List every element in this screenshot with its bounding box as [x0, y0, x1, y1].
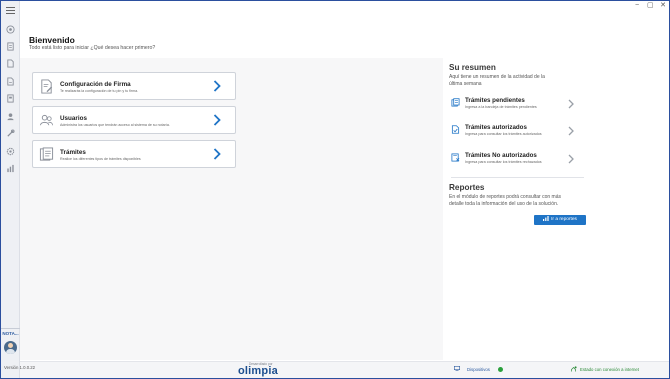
rejected-doc-icon: [451, 153, 460, 162]
card-title: Trámites: [60, 149, 86, 156]
chevron-right-icon[interactable]: [213, 80, 221, 92]
reports-title: Reportes: [449, 183, 485, 192]
close-icon[interactable]: ✕: [660, 2, 666, 10]
status-dot-icon: [498, 367, 503, 372]
signature-doc-icon: [39, 79, 54, 94]
summary-item-desc: Ingresa para consultar los trámites rech…: [465, 160, 542, 164]
window-controls: − ▢ ✕: [634, 2, 666, 10]
summary-item-desc: Ingresa a la bandeja de trámites pendien…: [465, 105, 537, 109]
chart-icon: [543, 216, 549, 222]
card-title: Usuarios: [60, 115, 87, 122]
content-area: [20, 58, 443, 360]
summary-divider: [451, 177, 584, 178]
summary-item-title: Trámites autorizados: [465, 124, 527, 131]
procedures-icon: [39, 147, 54, 162]
chevron-right-icon[interactable]: [568, 126, 574, 136]
card-desc: Realice los diferentes tipos de trámites…: [60, 157, 141, 161]
card-desc: Administra los usuarios que tendrán acce…: [60, 123, 170, 127]
card-title: Configuración de Firma: [60, 81, 131, 88]
person-icon[interactable]: [6, 112, 15, 121]
summary-item-title: Trámites pendientes: [465, 97, 525, 104]
page-title: Bienvenido: [29, 35, 75, 45]
chevron-right-icon[interactable]: [213, 114, 221, 126]
settings-icon[interactable]: [6, 147, 15, 156]
devices-icon[interactable]: [454, 366, 460, 371]
summary-item-title: Trámites No autorizados: [465, 152, 537, 159]
maximize-icon[interactable]: ▢: [647, 2, 654, 10]
card-configuracion-firma[interactable]: Configuración de Firma Te realizarás la …: [32, 72, 236, 100]
summary-item-pendientes[interactable]: Trámites pendientes Ingresa a la bandeja…: [451, 97, 579, 115]
tools-icon[interactable]: [6, 129, 15, 138]
home-icon[interactable]: [6, 25, 15, 34]
page-subtitle: Todo está listo para iniciar ¿Qué desea …: [29, 45, 156, 51]
summary-item-desc: Ingresa para consultar los trámites auto…: [465, 132, 542, 136]
go-to-reports-button[interactable]: Ir a reportes: [534, 215, 586, 225]
authorized-doc-icon: [451, 125, 460, 134]
summary-item-no-autorizados[interactable]: Trámites No autorizados Ingresa para con…: [451, 152, 579, 170]
chevron-right-icon[interactable]: [568, 99, 574, 109]
go-to-reports-label: Ir a reportes: [551, 217, 577, 222]
card-usuarios[interactable]: Usuarios Administra los usuarios que ten…: [32, 106, 236, 134]
menu-icon[interactable]: [6, 7, 15, 16]
card-desc: Te realizarás la configuración de tu pin…: [60, 89, 139, 93]
users-icon: [39, 113, 54, 128]
avatar[interactable]: [4, 341, 17, 354]
summary-item-autorizados[interactable]: Trámites autorizados Ingresa para consul…: [451, 124, 579, 142]
chart-icon[interactable]: [6, 164, 15, 173]
book-icon[interactable]: [6, 94, 15, 103]
sidebar: NOTA...: [1, 1, 20, 378]
reports-desc: En el módulo de reportes podrá consultar…: [449, 194, 562, 207]
chevron-right-icon[interactable]: [213, 148, 221, 160]
files-icon[interactable]: [6, 77, 15, 86]
summary-desc: Aquí tiene un resumen de la actividad de…: [449, 74, 545, 87]
users-icon[interactable]: [6, 42, 15, 51]
minimize-icon[interactable]: −: [634, 2, 640, 10]
summary-title: Su resumen: [449, 63, 496, 72]
chevron-right-icon[interactable]: [568, 154, 574, 164]
document-icon[interactable]: [6, 59, 15, 68]
connection-status-text: Estado con conexión a internet: [580, 367, 640, 372]
devices-link[interactable]: Dispositivos: [467, 367, 490, 372]
version-label: Versión 1.0.0.22: [4, 365, 36, 370]
nota-label[interactable]: NOTA...: [1, 328, 20, 337]
brand-logo: olimpia: [238, 365, 278, 377]
card-tramites[interactable]: Trámites Realice los diferentes tipos de…: [32, 140, 236, 168]
connection-icon: [571, 366, 577, 372]
pending-docs-icon: [451, 98, 460, 107]
